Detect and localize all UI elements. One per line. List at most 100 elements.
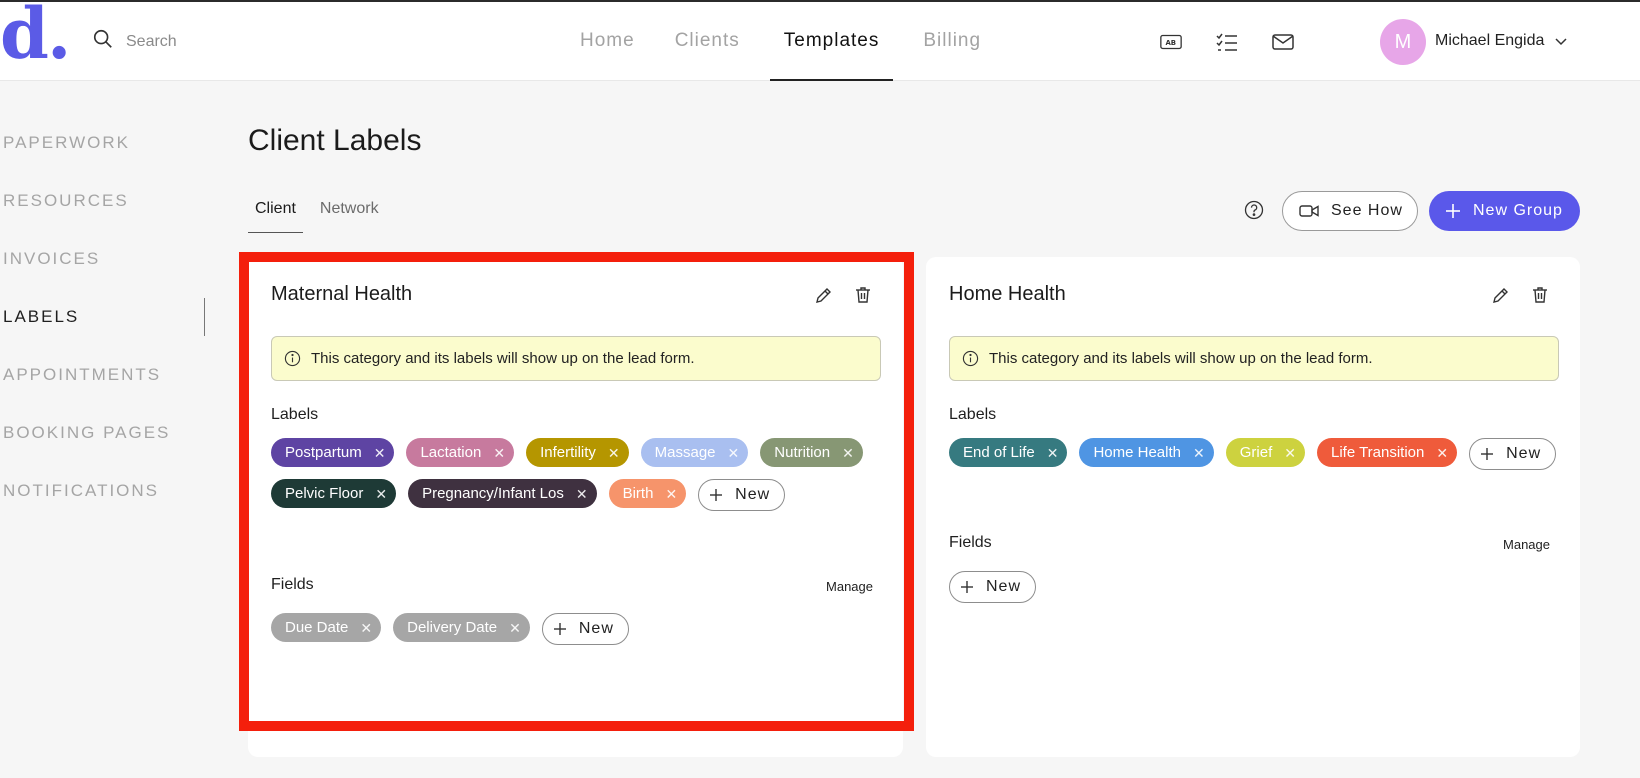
label-chip-text: Massage	[654, 444, 716, 461]
close-icon[interactable]: ✕	[665, 487, 677, 501]
label-chip[interactable]: End of Life ✕	[949, 438, 1068, 467]
label-chip-text: Lactation	[420, 444, 482, 461]
label-chip-list: Postpartum ✕ Lactation ✕ Infertility ✕ Mass…	[271, 438, 891, 511]
close-icon[interactable]: ✕	[608, 446, 620, 460]
close-icon[interactable]: ✕	[360, 621, 372, 635]
manage-fields-link[interactable]: Manage	[826, 579, 873, 594]
pencil-icon[interactable]	[1491, 285, 1511, 305]
close-icon[interactable]: ✕	[374, 446, 386, 460]
field-chip-list: Due Date ✕ Delivery Date ✕ New	[271, 613, 891, 645]
see-how-button[interactable]: See How	[1282, 191, 1418, 231]
top-header: d. Search Home Clients Templates Billing…	[0, 0, 1640, 81]
close-icon[interactable]: ✕	[509, 621, 521, 635]
main-nav: Home Clients Templates Billing	[570, 2, 1011, 81]
ab-icon[interactable]: AB	[1158, 30, 1184, 54]
label-chip[interactable]: Nutrition ✕	[760, 438, 863, 467]
nav-clients[interactable]: Clients	[665, 2, 750, 81]
pencil-icon[interactable]	[814, 285, 834, 305]
close-icon[interactable]: ✕	[1047, 446, 1059, 460]
plus-icon	[961, 581, 973, 593]
new-field-button[interactable]: New	[949, 571, 1037, 603]
info-icon	[284, 350, 301, 367]
fields-heading: Fields	[271, 576, 314, 593]
label-chip-text: Home Health	[1093, 444, 1181, 461]
chevron-down-icon[interactable]	[1554, 35, 1568, 49]
label-chip[interactable]: Birth ✕	[608, 479, 687, 508]
trash-icon[interactable]	[853, 285, 873, 305]
sidebar-item-resources[interactable]: RESOURCES	[0, 178, 205, 236]
checklist-icon[interactable]	[1214, 30, 1240, 54]
label-chip[interactable]: Pregnancy/Infant Los ✕	[408, 479, 597, 508]
tab-network[interactable]: Network	[313, 196, 386, 233]
user-avatar[interactable]: M	[1380, 19, 1426, 65]
label-chip[interactable]: Pelvic Floor ✕	[271, 479, 397, 508]
manage-fields-link[interactable]: Manage	[1503, 537, 1550, 552]
close-icon[interactable]: ✕	[1436, 446, 1448, 460]
labels-heading: Labels	[949, 406, 997, 423]
new-label-text: New	[735, 486, 771, 503]
label-chip-text: Life Transition	[1330, 444, 1425, 461]
field-chip-list: New	[949, 571, 1569, 603]
sidebar-item-appointments[interactable]: APPOINTMENTS	[0, 352, 205, 410]
plus-icon	[1446, 204, 1460, 218]
close-icon[interactable]: ✕	[493, 446, 505, 460]
app-logo[interactable]: d.	[0, 0, 71, 74]
help-icon[interactable]	[1243, 199, 1265, 221]
new-field-button[interactable]: New	[541, 613, 629, 645]
close-icon[interactable]: ✕	[842, 446, 854, 460]
label-chip[interactable]: Grief ✕	[1225, 438, 1305, 467]
search-box[interactable]: Search	[92, 28, 177, 55]
close-icon[interactable]: ✕	[1193, 446, 1205, 460]
label-chip[interactable]: Life Transition ✕	[1316, 438, 1458, 467]
close-icon[interactable]: ✕	[728, 446, 740, 460]
sidebar-item-labels[interactable]: LABELS	[0, 294, 205, 352]
sidebar-item-booking-pages[interactable]: BOOKING PAGES	[0, 410, 205, 468]
label-chip[interactable]: Infertility ✕	[526, 438, 629, 467]
tab-client[interactable]: Client	[248, 196, 303, 233]
new-group-button[interactable]: New Group	[1429, 191, 1580, 231]
nav-home[interactable]: Home	[570, 2, 645, 81]
label-chip-text: Nutrition	[774, 444, 831, 461]
info-text: This category and its labels will show u…	[989, 350, 1373, 367]
group-title: Maternal Health	[271, 283, 413, 305]
label-chip-list: End of Life ✕ Home Health ✕ Grief ✕ Life Tr…	[949, 438, 1569, 470]
group-title: Home Health	[949, 283, 1066, 305]
label-group-card: Home Health This category and its labels…	[926, 257, 1580, 757]
trash-icon[interactable]	[1530, 285, 1550, 305]
new-label-button[interactable]: New	[698, 479, 786, 511]
nav-billing[interactable]: Billing	[913, 2, 991, 81]
label-chip-text: Grief	[1239, 444, 1273, 461]
sidebar-item-notifications[interactable]: NOTIFICATIONS	[0, 468, 205, 526]
close-icon[interactable]: ✕	[576, 487, 588, 501]
fields-heading: Fields	[949, 534, 992, 551]
label-chip-text: End of Life	[963, 444, 1035, 461]
label-chip[interactable]: Massage ✕	[640, 438, 749, 467]
close-icon[interactable]: ✕	[1284, 446, 1296, 460]
close-icon[interactable]: ✕	[375, 487, 387, 501]
see-how-label: See How	[1331, 202, 1403, 219]
label-chip-text: Birth	[622, 485, 654, 502]
sidebar-item-invoices[interactable]: INVOICES	[0, 236, 205, 294]
mail-icon[interactable]	[1270, 30, 1296, 54]
nav-templates[interactable]: Templates	[769, 2, 894, 81]
info-banner: This category and its labels will show u…	[271, 336, 881, 381]
new-label-button[interactable]: New	[1469, 438, 1557, 470]
info-text: This category and its labels will show u…	[311, 350, 695, 367]
user-name[interactable]: Michael Engida	[1435, 32, 1544, 50]
labels-heading: Labels	[271, 406, 319, 423]
label-chip[interactable]: Home Health ✕	[1079, 438, 1214, 467]
new-label-text: New	[1506, 445, 1542, 462]
label-chip-text: Pelvic Floor	[285, 485, 364, 502]
label-chip[interactable]: Lactation ✕	[406, 438, 515, 467]
label-group-card: Maternal Health This category and its la…	[248, 257, 903, 757]
field-chip-text: Delivery Date	[407, 619, 498, 636]
label-chip[interactable]: Postpartum ✕	[271, 438, 395, 467]
label-chip-text: Postpartum	[285, 444, 362, 461]
sidebar-item-paperwork[interactable]: PAPERWORK	[0, 120, 205, 178]
field-chip[interactable]: Delivery Date ✕	[393, 613, 530, 642]
search-icon	[92, 28, 114, 55]
search-placeholder[interactable]: Search	[126, 33, 177, 51]
info-banner: This category and its labels will show u…	[949, 336, 1559, 381]
field-chip[interactable]: Due Date ✕	[271, 613, 382, 642]
label-chip-text: Infertility	[540, 444, 596, 461]
